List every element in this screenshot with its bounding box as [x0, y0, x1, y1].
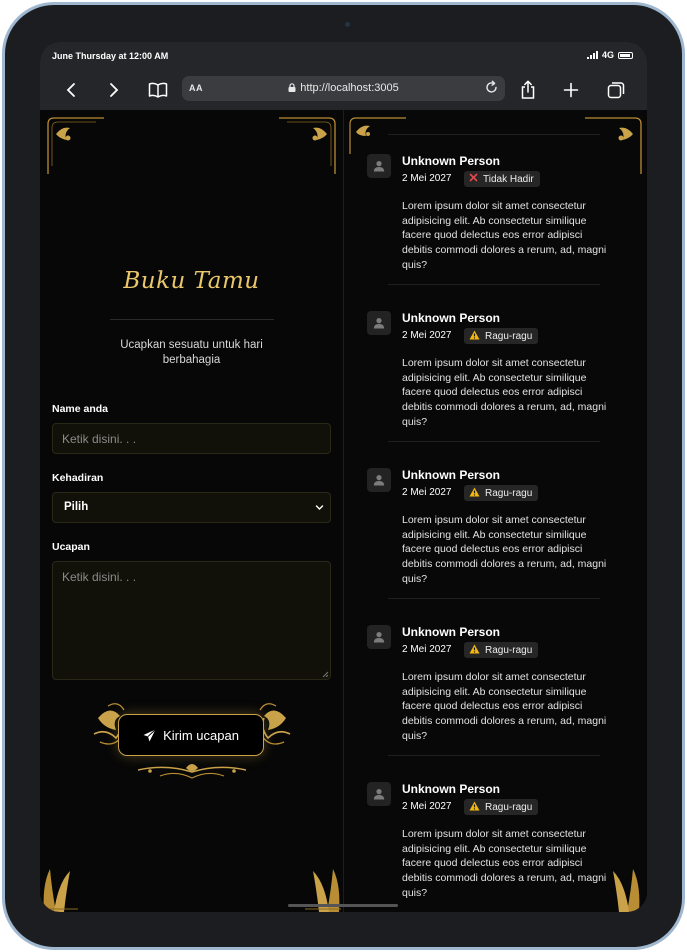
camera	[345, 22, 350, 27]
warning-icon	[469, 801, 480, 814]
corner-flower-ornament-icon	[42, 869, 78, 912]
message-text: Lorem ipsum dolor sit amet consectetur a…	[402, 200, 607, 271]
message-placeholder: Ketik disini. . .	[62, 570, 137, 584]
status-indicators: 4G	[586, 50, 633, 60]
status-badge: Tidak Hadir	[464, 171, 540, 187]
attendance-value: Pilih	[64, 501, 89, 513]
message-author: Unknown Person	[402, 154, 501, 168]
message-textarea[interactable]: Ketik disini. . .	[52, 561, 331, 680]
status-text: Ragu-ragu	[485, 801, 533, 813]
network-type: 4G	[601, 50, 614, 60]
page-content: Buku Tamu Ucapkan sesuatu untuk hari ber…	[40, 110, 647, 912]
message-divider	[388, 284, 600, 285]
message-author: Unknown Person	[402, 468, 501, 482]
corner-ornament-icon	[47, 117, 104, 174]
status-text: Ragu-ragu	[485, 487, 533, 499]
share-button[interactable]	[517, 79, 539, 101]
message-date: 2 Mei 2027	[402, 801, 452, 812]
url-text: http://localhost:3005	[300, 82, 399, 94]
name-input[interactable]: Ketik disini. . .	[52, 423, 331, 454]
paper-plane-icon	[143, 728, 156, 741]
attendance-select[interactable]: Pilih	[52, 492, 331, 523]
user-icon	[373, 161, 385, 172]
send-button-label: Kirim ucapan	[163, 727, 239, 743]
reload-button[interactable]	[484, 80, 499, 98]
page-title: Buku Tamu	[123, 268, 260, 294]
page-subtitle: Ucapkan sesuatu untuk hari berbahagia	[120, 339, 263, 366]
avatar	[367, 468, 391, 492]
avatar	[367, 311, 391, 335]
message-date: 2 Mei 2027	[402, 644, 452, 655]
corner-ornament-icon	[349, 117, 406, 154]
corner-ornament-icon	[279, 117, 336, 174]
user-icon	[373, 318, 385, 329]
message-date: 2 Mei 2027	[402, 487, 452, 498]
share-icon	[521, 80, 535, 99]
corner-flower-ornament-icon	[305, 869, 341, 912]
warning-icon	[469, 330, 480, 343]
message-divider	[388, 755, 600, 756]
new-tab-button[interactable]	[560, 79, 582, 101]
x-icon	[469, 173, 478, 185]
corner-ornament-icon	[585, 117, 642, 174]
warning-icon	[469, 644, 480, 657]
status-text: Ragu-ragu	[485, 330, 533, 342]
message-date: 2 Mei 2027	[402, 330, 452, 341]
address-bar[interactable]: AA http://localhost:3005	[182, 76, 505, 101]
tabs-icon	[607, 82, 625, 99]
tabs-button[interactable]	[605, 79, 627, 101]
message-text: Lorem ipsum dolor sit amet consectetur a…	[402, 514, 607, 585]
chevron-right-icon	[110, 83, 119, 97]
reload-icon	[486, 80, 497, 93]
chevron-left-icon	[66, 83, 75, 97]
battery-icon	[618, 51, 633, 59]
url-display: http://localhost:3005	[182, 82, 505, 94]
avatar	[367, 782, 391, 806]
messages-panel: Unknown Person 2 Mei 2027 Tidak Hadir Lo…	[344, 110, 647, 912]
avatar	[367, 625, 391, 649]
message-date: 2 Mei 2027	[402, 173, 452, 184]
message-label: Ucapan	[52, 541, 90, 553]
name-placeholder: Ketik disini. . .	[62, 432, 137, 446]
forward-button[interactable]	[103, 79, 125, 101]
message-author: Unknown Person	[402, 625, 501, 639]
status-badge: Ragu-ragu	[464, 799, 539, 815]
status-badge: Ragu-ragu	[464, 485, 539, 501]
attendance-label: Kehadiran	[52, 472, 104, 484]
send-message-button[interactable]: Kirim ucapan	[118, 714, 264, 756]
browser-toolbar: AA http://localhost:3005	[40, 70, 647, 110]
back-button[interactable]	[60, 79, 82, 101]
signal-icon	[586, 51, 598, 59]
home-indicator	[288, 904, 398, 907]
bookmarks-button[interactable]	[147, 79, 169, 101]
book-icon	[148, 82, 168, 98]
message-author: Unknown Person	[402, 782, 501, 796]
plus-icon	[563, 82, 579, 98]
user-icon	[373, 475, 385, 486]
guestbook-form-panel: Buku Tamu Ucapkan sesuatu untuk hari ber…	[40, 110, 344, 912]
message-divider	[388, 441, 600, 442]
message-text: Lorem ipsum dolor sit amet consectetur a…	[402, 671, 607, 742]
lock-icon	[288, 83, 296, 92]
status-badge: Ragu-ragu	[464, 328, 539, 344]
warning-icon	[469, 487, 480, 500]
status-text: Ragu-ragu	[485, 644, 533, 656]
title-divider	[110, 319, 274, 320]
avatar	[367, 154, 391, 178]
message-divider	[388, 598, 600, 599]
message-text: Lorem ipsum dolor sit amet consectetur a…	[402, 357, 607, 428]
chevron-down-icon	[315, 505, 324, 510]
user-icon	[373, 789, 385, 800]
name-label: Name anda	[52, 403, 109, 415]
message-text: Lorem ipsum dolor sit amet consectetur a…	[402, 828, 607, 899]
screen: June Thursday at 12:00 AM 4G AA http://l…	[40, 42, 647, 912]
status-time: June Thursday at 12:00 AM	[52, 51, 169, 61]
status-badge: Ragu-ragu	[464, 642, 539, 658]
message-divider	[388, 134, 600, 135]
resize-handle-icon[interactable]	[322, 671, 329, 678]
message-author: Unknown Person	[402, 311, 501, 325]
status-bar: June Thursday at 12:00 AM 4G	[40, 42, 647, 70]
status-text: Tidak Hadir	[483, 173, 534, 185]
user-icon	[373, 632, 385, 643]
